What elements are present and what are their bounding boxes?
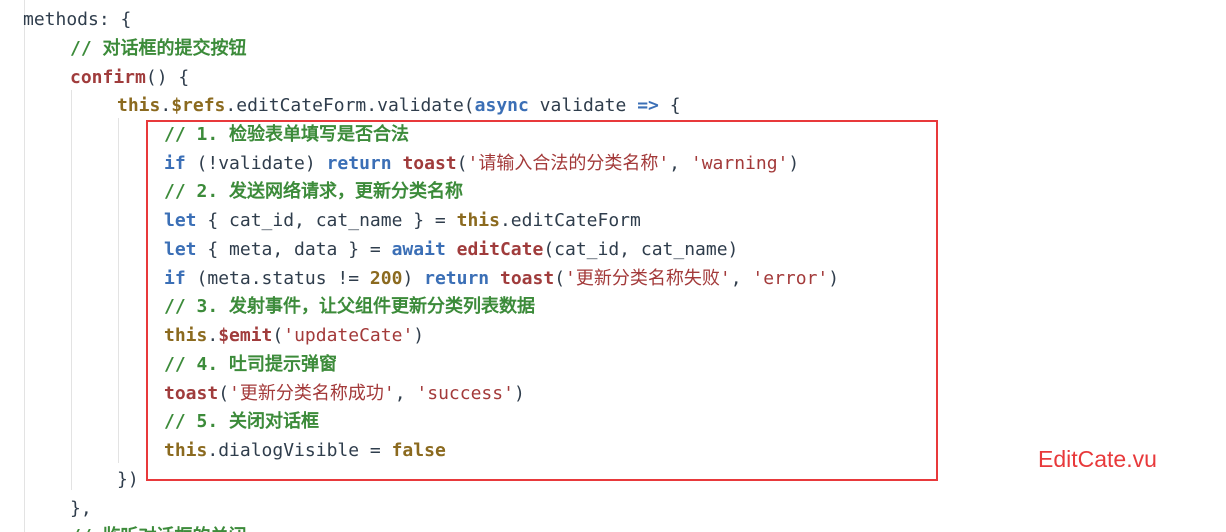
indent-guide	[71, 90, 72, 490]
code-line[interactable]: })	[117, 465, 139, 494]
code-token-string: 'warning'	[690, 153, 789, 174]
code-token-keyword: return	[326, 153, 392, 174]
code-token-plain: () {	[145, 67, 190, 88]
code-line[interactable]: if (!validate) return toast('请输入合法的分类名称'…	[164, 149, 799, 178]
code-token-this: this	[117, 95, 161, 116]
code-token-string: 'error'	[752, 268, 829, 289]
code-line[interactable]: toast('更新分类名称成功', 'success')	[164, 379, 525, 408]
indent-guide	[24, 0, 25, 532]
code-token-func: toast	[402, 153, 457, 174]
code-token-this: this	[164, 325, 208, 346]
code-token-func: editCate	[456, 239, 544, 260]
code-line[interactable]: // 1. 检验表单填写是否合法	[164, 120, 409, 149]
code-line[interactable]: // 3. 发射事件，让父组件更新分类列表数据	[164, 292, 535, 321]
code-token-plain: (	[218, 383, 230, 404]
code-token-plain: (	[456, 153, 468, 174]
code-token-comment: // 2. 发送网络请求，更新分类名称	[164, 181, 464, 202]
code-line[interactable]: this.dialogVisible = false	[164, 436, 446, 465]
code-token-comment: // 5. 关闭对话框	[164, 411, 320, 432]
code-line[interactable]: // 对话框的提交按钮	[70, 34, 247, 63]
indent-guide	[118, 118, 119, 463]
code-line[interactable]: let { cat_id, cat_name } = this.editCate…	[164, 206, 641, 235]
code-token-plain: .	[207, 325, 219, 346]
code-token-plain: { meta, data } =	[196, 239, 392, 260]
code-token-plain: ,	[669, 153, 691, 174]
code-token-plain: { cat_id, cat_name } =	[196, 210, 457, 231]
code-token-plain: )	[513, 383, 525, 404]
code-token-comment: // 3. 发射事件，让父组件更新分类列表数据	[164, 296, 536, 317]
code-token-keyword: async	[474, 95, 529, 116]
code-token-plain: ,	[730, 268, 753, 289]
code-token-plain: (	[272, 325, 284, 346]
code-token-func: toast	[164, 383, 219, 404]
code-line[interactable]: // 监听对话框的关闭	[70, 522, 247, 532]
code-token-plain: },	[70, 498, 92, 519]
code-token-plain: (cat_id, cat_name)	[543, 239, 739, 260]
code-token-plain: (!validate)	[185, 153, 327, 174]
code-token-string: 'updateCate'	[283, 325, 414, 346]
code-token-string: 'success'	[416, 383, 514, 404]
code-token-plain: (meta.status !=	[185, 268, 370, 289]
code-token-string: '更新分类名称成功'	[229, 383, 395, 404]
code-line[interactable]: // 5. 关闭对话框	[164, 407, 319, 436]
code-token-this: this	[164, 440, 208, 461]
code-token-plain: .	[160, 95, 172, 116]
code-token-plain: validate	[528, 95, 638, 116]
code-token-plain: .editCateForm.validate(	[225, 95, 475, 116]
code-token-keyword: =>	[637, 95, 659, 116]
code-token-plain: : {	[98, 9, 132, 30]
code-line[interactable]: },	[70, 494, 92, 523]
code-token-keyword: if	[164, 153, 186, 174]
code-token-this: $refs	[171, 95, 226, 116]
code-line[interactable]: // 4. 吐司提示弹窗	[164, 350, 337, 379]
code-line[interactable]: // 2. 发送网络请求，更新分类名称	[164, 177, 463, 206]
code-token-plain: })	[117, 469, 139, 490]
code-token-comment: // 4. 吐司提示弹窗	[164, 354, 338, 375]
code-token-plain: ,	[394, 383, 417, 404]
code-token-func: toast	[500, 268, 555, 289]
code-token-plain: .dialogVisible =	[207, 440, 392, 461]
code-line[interactable]: if (meta.status != 200) return toast('更新…	[164, 264, 839, 293]
code-token-plain: )	[413, 325, 425, 346]
code-token-func: confirm	[70, 67, 146, 88]
filename-annotation: EditCate.vu	[1038, 446, 1157, 472]
code-token-keyword: if	[164, 268, 186, 289]
code-token-plain: )	[402, 268, 425, 289]
code-line[interactable]: let { meta, data } = await editCate(cat_…	[164, 235, 738, 264]
code-token-string: '更新分类名称失败'	[565, 268, 731, 289]
code-token-keyword: let	[164, 239, 197, 260]
code-token-plain: )	[828, 268, 840, 289]
code-token-string: '请输入合法的分类名称'	[467, 153, 670, 174]
code-token-func: $emit	[218, 325, 273, 346]
code-editor[interactable]: methods: {// 对话框的提交按钮 confirm() {this.$re…	[0, 0, 1226, 532]
code-token-comment: // 对话框的提交按钮	[70, 38, 247, 59]
code-token-keyword: let	[164, 210, 197, 231]
code-token-keyword: return	[424, 268, 490, 289]
code-token-ident: methods	[23, 9, 99, 30]
code-token-this: this	[456, 210, 500, 231]
code-token-plain: (	[554, 268, 566, 289]
code-line[interactable]: methods: {	[23, 5, 131, 34]
code-line[interactable]: this.$emit('updateCate')	[164, 321, 424, 350]
code-token-plain: {	[658, 95, 681, 116]
code-line[interactable]: confirm() {	[70, 63, 189, 92]
code-token-plain: )	[788, 153, 800, 174]
code-token-plain: .editCateForm	[499, 210, 641, 231]
code-token-comment: // 1. 检验表单填写是否合法	[164, 124, 410, 145]
code-token-keyword: await	[391, 239, 446, 260]
code-token-comment: // 监听对话框的关闭	[70, 526, 247, 532]
code-line[interactable]: this.$refs.editCateForm.validate(async v…	[117, 91, 681, 120]
code-token-number: 200	[369, 268, 403, 289]
code-token-number: false	[391, 440, 446, 461]
